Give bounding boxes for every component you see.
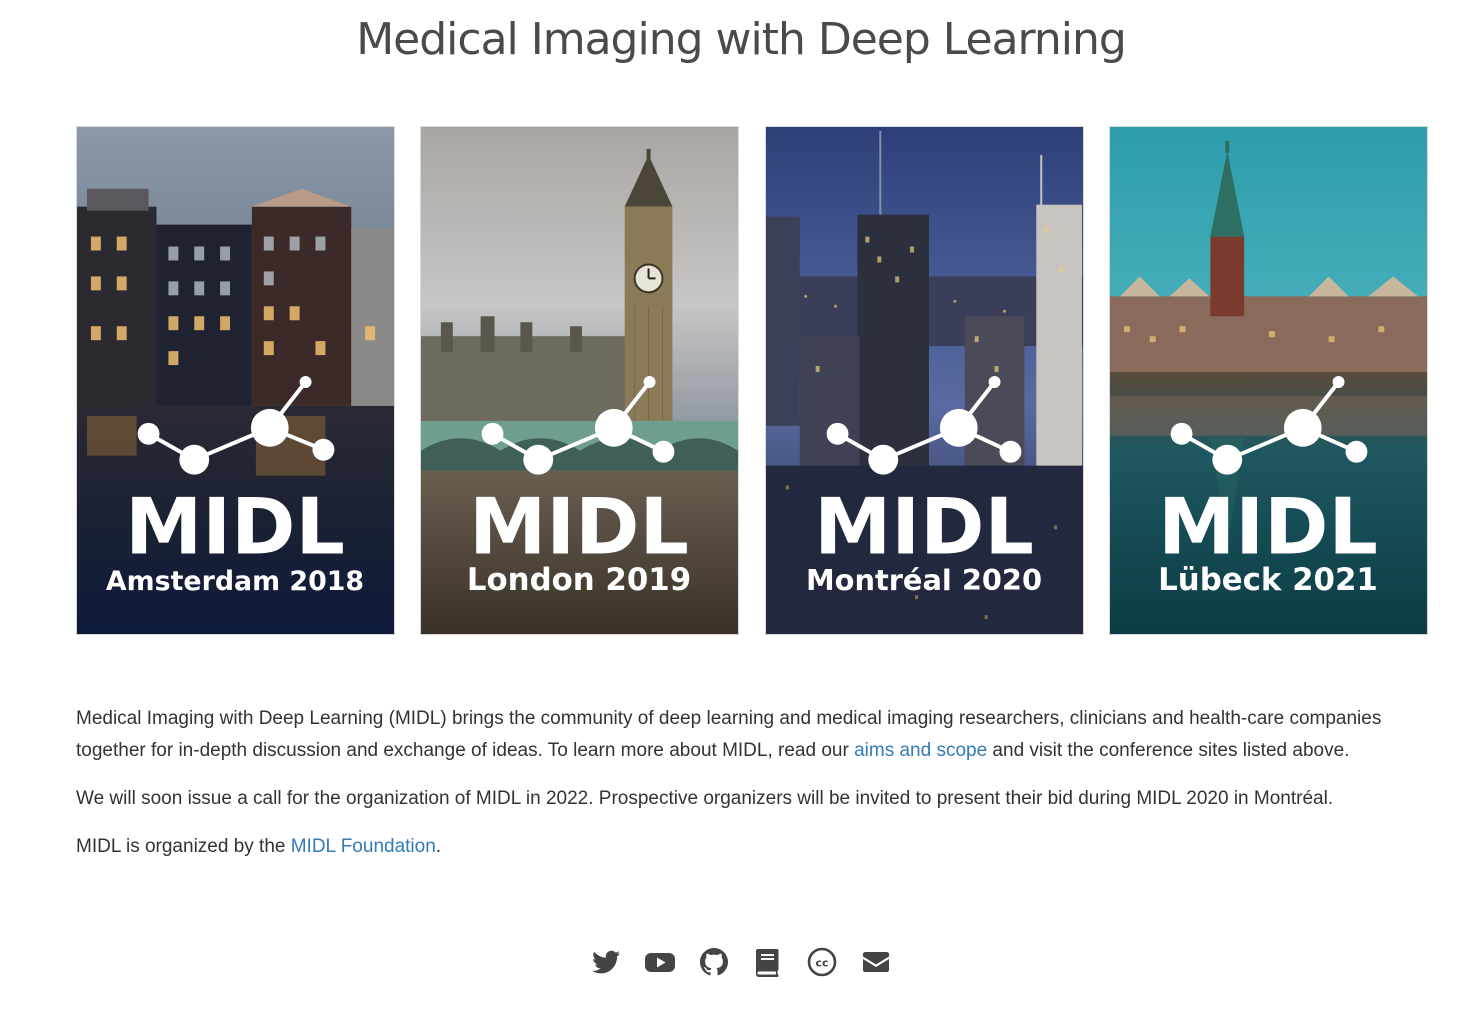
call-paragraph: We will soon issue a call for the organi… xyxy=(76,788,1334,809)
creative-commons-icon: cc xyxy=(807,947,837,977)
organizer-paragraph: MIDL is organized by the MIDL Foundation… xyxy=(76,831,1416,863)
license-link[interactable]: cc xyxy=(806,944,838,980)
twitter-link[interactable] xyxy=(590,944,622,980)
book-icon xyxy=(756,949,779,977)
poster-brand: MIDL xyxy=(125,482,345,572)
poster-lubeck-2021[interactable]: MIDL Lübeck 2021 xyxy=(1109,126,1428,635)
organizer-text: MIDL is organized by the xyxy=(76,836,291,857)
lubeck-poster-image: MIDL Lübeck 2021 xyxy=(1110,127,1427,634)
poster-brand: MIDL xyxy=(469,482,689,572)
intro-text-end: and visit the conference sites listed ab… xyxy=(987,740,1350,761)
poster-amsterdam-2018[interactable]: MIDL Amsterdam 2018 xyxy=(76,126,395,635)
youtube-link[interactable] xyxy=(644,944,676,980)
poster-city-year: Montréal 2020 xyxy=(806,563,1042,597)
poster-city-year: London 2019 xyxy=(467,562,691,598)
poster-montreal-2020[interactable]: MIDL Montréal 2020 xyxy=(765,126,1084,635)
montreal-poster-image: MIDL Montréal 2020 xyxy=(766,127,1083,634)
amsterdam-poster-image: MIDL Amsterdam 2018 xyxy=(77,127,394,634)
page-title: Medical Imaging with Deep Learning xyxy=(356,14,1127,65)
social-links: cc xyxy=(0,944,1482,980)
twitter-icon xyxy=(592,950,620,974)
poster-london-2019[interactable]: MIDL London 2019 xyxy=(420,126,739,635)
intro-content: Medical Imaging with Deep Learning (MIDL… xyxy=(76,703,1416,879)
envelope-icon xyxy=(863,952,889,972)
github-icon xyxy=(700,948,728,976)
poster-city-year: Amsterdam 2018 xyxy=(106,566,364,597)
aims-and-scope-link[interactable]: aims and scope xyxy=(854,740,987,761)
midl-foundation-link[interactable]: MIDL Foundation xyxy=(291,836,436,857)
svg-text:cc: cc xyxy=(815,957,828,970)
poster-brand: MIDL xyxy=(1158,482,1378,572)
proceedings-link[interactable] xyxy=(752,944,784,980)
organizer-text-end: . xyxy=(435,836,442,857)
youtube-icon xyxy=(645,953,675,972)
poster-brand: MIDL xyxy=(814,482,1034,572)
intro-paragraph: Medical Imaging with Deep Learning (MIDL… xyxy=(76,703,1416,767)
london-poster-image: MIDL London 2019 xyxy=(421,127,738,634)
conference-posters: MIDL Amsterdam 2018 MIDL London 2019 MID… xyxy=(76,126,1428,635)
email-link[interactable] xyxy=(860,944,892,980)
poster-city-year: Lübeck 2021 xyxy=(1158,562,1378,598)
github-link[interactable] xyxy=(698,944,730,980)
